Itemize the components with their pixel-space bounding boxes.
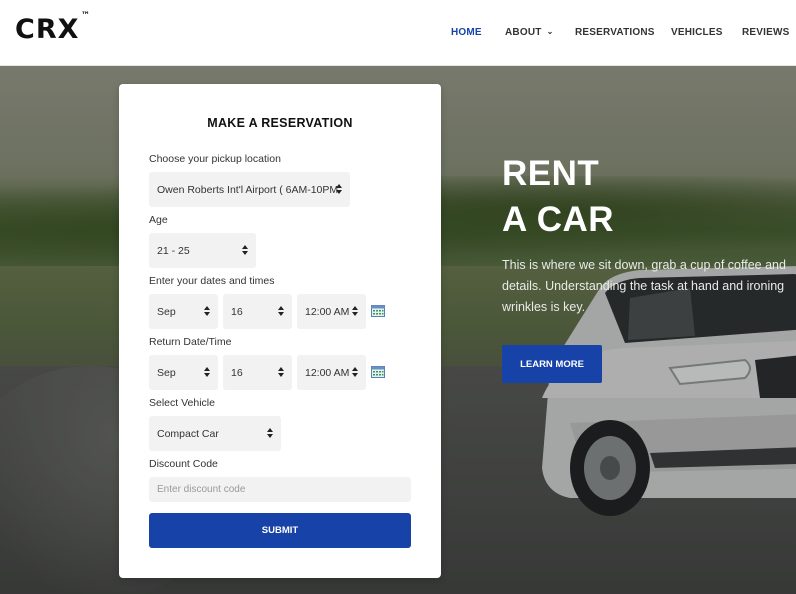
hero-title-line1: RENT	[502, 154, 600, 193]
chevron-down-icon: ⌄	[546, 27, 554, 36]
return-month-value: Sep	[157, 366, 176, 379]
return-month-select[interactable]: Sep	[149, 355, 218, 390]
hero-description-line1: This is where we sit down, grab a cup of…	[502, 258, 786, 272]
nav-home[interactable]: HOME	[451, 27, 482, 38]
calendar-icon[interactable]	[371, 366, 385, 378]
nav-reservations[interactable]: RESERVATIONS	[575, 27, 655, 38]
discount-label: Discount Code	[149, 458, 218, 470]
site-header: CRX ™ HOME ABOUT ⌄ RESERVATIONS VEHICLES …	[0, 0, 796, 66]
discount-code-input[interactable]	[149, 477, 411, 502]
select-arrows-icon	[278, 367, 284, 378]
return-day-value: 16	[231, 366, 243, 379]
learn-more-button[interactable]: LEARN MORE	[502, 345, 602, 383]
pickup-location-label: Choose your pickup location	[149, 153, 281, 165]
select-arrows-icon	[204, 306, 210, 317]
select-arrows-icon	[336, 184, 342, 195]
pickup-day-value: 16	[231, 305, 243, 318]
return-time-select[interactable]: 12:00 AM	[297, 355, 366, 390]
return-time-value: 12:00 AM	[305, 366, 350, 379]
reservation-form: MAKE A RESERVATION Choose your pickup lo…	[119, 84, 441, 578]
pickup-time-value: 12:00 AM	[305, 305, 350, 318]
hero-description-line2: details. Understanding the task at hand …	[502, 279, 785, 293]
select-arrows-icon	[352, 367, 358, 378]
select-arrows-icon	[242, 245, 248, 256]
return-day-select[interactable]: 16	[223, 355, 292, 390]
select-arrows-icon	[352, 306, 358, 317]
logo[interactable]: CRX	[15, 14, 79, 45]
select-arrows-icon	[204, 367, 210, 378]
pickup-day-select[interactable]: 16	[223, 294, 292, 329]
return-date-label: Return Date/Time	[149, 336, 232, 348]
age-label: Age	[149, 214, 168, 226]
nav-vehicles[interactable]: VEHICLES	[671, 27, 723, 38]
select-arrows-icon	[267, 428, 273, 439]
vehicle-label: Select Vehicle	[149, 397, 215, 409]
hero-description: This is where we sit down, grab a cup of…	[502, 255, 796, 321]
vehicle-value: Compact Car	[157, 427, 219, 440]
pickup-month-select[interactable]: Sep	[149, 294, 218, 329]
pickup-time-select[interactable]: 12:00 AM	[297, 294, 366, 329]
calendar-icon[interactable]	[371, 305, 385, 317]
pickup-dates-label: Enter your dates and times	[149, 275, 275, 287]
submit-button[interactable]: SUBMIT	[149, 513, 411, 548]
vehicle-select[interactable]: Compact Car	[149, 416, 281, 451]
pickup-location-value: Owen Roberts Int'l Airport ( 6AM-10PM )	[157, 183, 341, 196]
pickup-month-value: Sep	[157, 305, 176, 318]
hero-description-line3: wrinkles is key.	[502, 300, 586, 314]
select-arrows-icon	[278, 306, 284, 317]
nav-about-label: ABOUT	[505, 27, 542, 38]
nav-about[interactable]: ABOUT ⌄	[505, 27, 553, 38]
form-title: MAKE A RESERVATION	[207, 116, 353, 130]
age-select[interactable]: 21 - 25	[149, 233, 256, 268]
hero-title-line2: A CAR	[502, 200, 615, 239]
hero-title: RENT A CAR	[502, 151, 702, 243]
pickup-location-select[interactable]: Owen Roberts Int'l Airport ( 6AM-10PM )	[149, 172, 350, 207]
trademark-mark: ™	[81, 11, 90, 21]
age-value: 21 - 25	[157, 244, 190, 257]
nav-reviews[interactable]: REVIEWS	[742, 27, 790, 38]
